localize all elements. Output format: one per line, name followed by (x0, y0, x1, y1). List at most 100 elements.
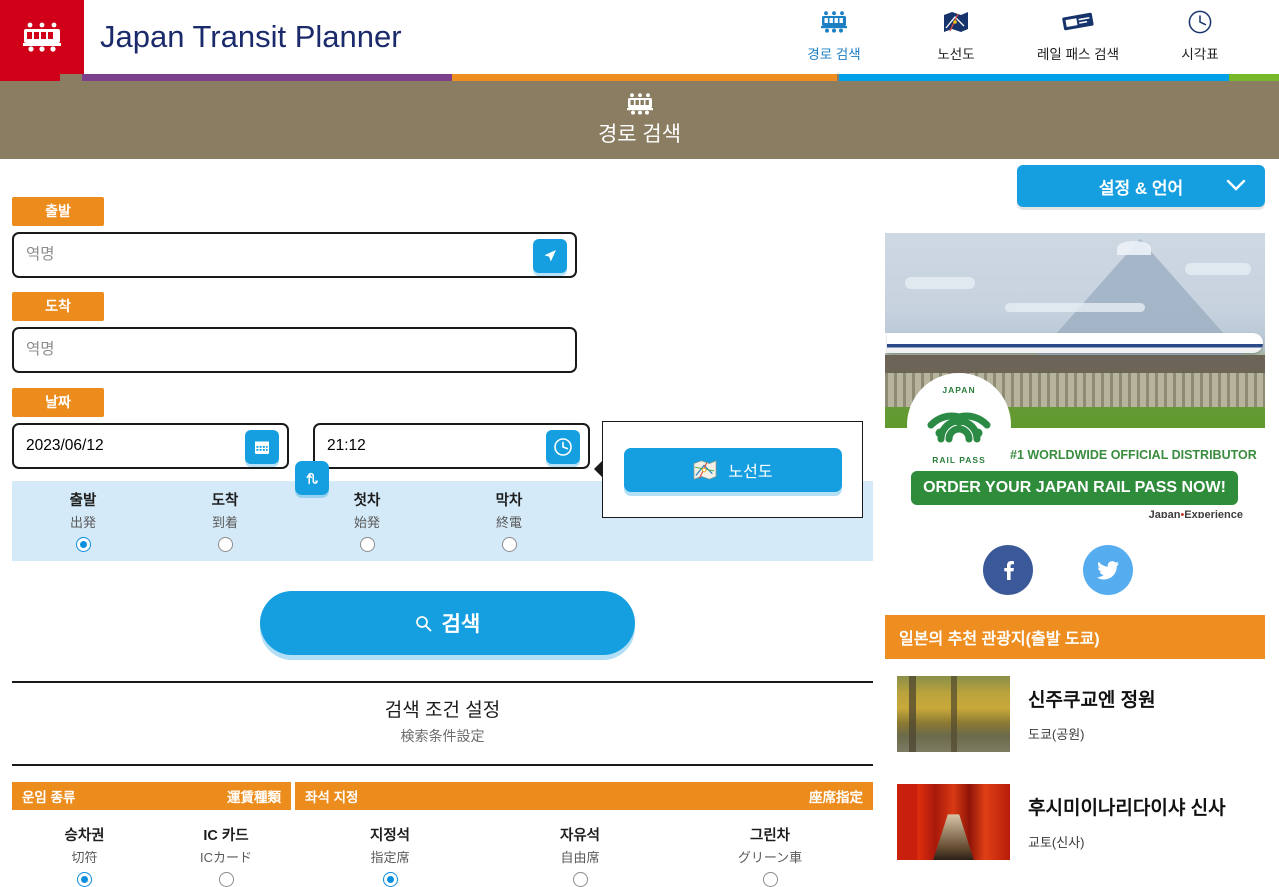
search-button[interactable]: 검색 (260, 591, 635, 655)
ad-cta-label: ORDER YOUR JAPAN RAIL PASS NOW! (923, 479, 1226, 496)
nav-item-timetable[interactable]: 시각표 (1139, 8, 1261, 63)
route-map-icon (694, 459, 717, 480)
option-label-ja: グリーン車 (737, 850, 803, 865)
seat-option-reserved[interactable]: 지정석 指定席 (295, 824, 485, 887)
radio-ic-card[interactable] (218, 872, 234, 887)
nav-label: 레일 패스 검색 (1036, 47, 1120, 62)
ad-brand-suffix: Experience (1184, 509, 1243, 518)
cloud-shape (905, 277, 975, 289)
page-content: 출발 도착 날짜 (0, 159, 1279, 887)
conditions-title-ja: 検索条件設定 (400, 728, 485, 744)
conditions-title-ko: 검색 조건 설정 (384, 700, 501, 721)
settings-language-label: 설정 & 언어 (1098, 178, 1184, 198)
option-label-ja: 出発 (69, 515, 96, 530)
radio-arrive[interactable] (217, 537, 233, 552)
seat-type-bar: 좌석 지정 座席指定 (295, 782, 873, 810)
order-rail-pass-button[interactable]: ORDER YOUR JAPAN RAIL PASS NOW! (911, 471, 1238, 505)
search-column: 출발 도착 날짜 (0, 159, 885, 887)
ad-brand: Japan•Experience (1149, 509, 1243, 518)
radio-ticket[interactable] (77, 872, 92, 887)
jr-pass-ad[interactable]: JAPAN RAIL PASS #1 WORLDWIDE OFFICIAL DI… (885, 233, 1265, 518)
settings-language-button[interactable]: 설정 & 언어 (1017, 165, 1265, 207)
spot-name: 후시미이나리다이샤 신사 (1028, 798, 1226, 819)
divider (12, 764, 873, 766)
nav-item-route-map[interactable]: 노선도 (895, 8, 1017, 63)
time-mode-option[interactable]: 도착 到着 (154, 489, 296, 561)
spot-thumbnail (897, 784, 1010, 860)
nav-item-rail-pass-search[interactable]: 레일 패스 검색 (1017, 8, 1139, 63)
ad-tagline: #1 WORLDWIDE OFFICIAL DISTRIBUTOR (1010, 448, 1257, 462)
route-map-callout: 노선도 (594, 421, 863, 518)
time-mode-option[interactable]: 출발 出発 (12, 489, 154, 561)
use-current-location-button[interactable] (533, 239, 567, 273)
option-label-ko: 막차 (495, 493, 523, 509)
open-calendar-button[interactable] (245, 430, 279, 464)
radio-non-reserved-seat[interactable] (572, 872, 588, 887)
seal-bottom-text: RAIL PASS (932, 455, 986, 465)
seat-bar-ko: 좌석 지정 (305, 790, 359, 805)
open-time-picker-button[interactable] (546, 430, 580, 464)
spot-text: 신주쿠교엔 정원 도쿄(공원) (1028, 685, 1265, 743)
option-label-ko: 출발 (69, 493, 97, 509)
cloud-shape (1005, 303, 1145, 312)
nav-item-route-search[interactable]: 경로 검색 (773, 8, 895, 63)
location-arrow-icon (544, 250, 556, 262)
radio-reserved-seat[interactable] (382, 872, 398, 887)
date-field-wrap (12, 423, 289, 469)
radio-depart[interactable] (75, 537, 91, 552)
fare-type-bar: 운임 종류 運賃種類 (12, 782, 291, 810)
radio-last-train[interactable] (501, 537, 517, 552)
spot-thumbnail (897, 676, 1010, 752)
conditions-options: 승차권 切符 IC 카드 ICカード 지정석 指定席 자유석 自由席 그린차 グ… (12, 824, 873, 887)
site-header: Japan Transit Planner 경로 검색 노선도 레일 패스 검색… (0, 0, 1279, 74)
facebook-button[interactable] (983, 545, 1033, 595)
option-label-ko: 승차권 (64, 828, 105, 844)
route-map-button[interactable]: 노선도 (623, 447, 842, 492)
twitter-button[interactable] (1083, 545, 1133, 595)
radio-green-car[interactable] (762, 872, 778, 887)
swap-vertical-icon (305, 472, 318, 484)
fuji-snowcap-shape (1117, 241, 1151, 255)
option-label-ko: 도착 (211, 493, 239, 509)
list-item[interactable]: 후시미이나리다이샤 신사 교토(신사) (897, 777, 1265, 867)
departure-input[interactable] (14, 234, 575, 276)
option-label-ko: 첫차 (353, 493, 381, 509)
chevron-down-icon (1226, 179, 1246, 191)
calendar-icon (255, 441, 269, 454)
japan-rail-pass-seal: JAPAN RAIL PASS (907, 373, 1011, 477)
departure-label: 출발 (12, 197, 104, 226)
date-label: 날짜 (12, 388, 104, 417)
fare-bar-ko: 운임 종류 (22, 790, 76, 805)
swap-stations-button[interactable] (295, 461, 329, 495)
seal-top-text: JAPAN (942, 385, 976, 395)
spot-location: 교토(신사) (1028, 835, 1085, 850)
spot-location: 도쿄(공원) (1028, 727, 1085, 742)
nav-label: 노선도 (937, 47, 975, 62)
page-banner: 경로 검색 (0, 81, 1279, 159)
site-logo[interactable] (0, 0, 84, 74)
arrival-input[interactable] (14, 329, 575, 371)
fare-option-ticket[interactable]: 승차권 切符 (12, 824, 157, 887)
time-mode-option[interactable]: 막차 終電 (438, 489, 580, 561)
fare-option-ic-card[interactable]: IC 카드 ICカード (157, 824, 295, 887)
option-label-ja: 終電 (495, 515, 522, 530)
list-item[interactable]: 신주쿠교엔 정원 도쿄(공원) (897, 669, 1265, 759)
seat-option-green-car[interactable]: 그린차 グリーン車 (675, 824, 865, 887)
seat-option-non-reserved[interactable]: 자유석 自由席 (485, 824, 675, 887)
radio-first-train[interactable] (359, 537, 375, 552)
social-links (983, 545, 1133, 595)
main-nav: 경로 검색 노선도 레일 패스 검색 시각표 (773, 0, 1279, 74)
facebook-icon (1004, 561, 1014, 580)
page-title: Japan Transit Planner (100, 19, 402, 54)
spot-text: 후시미이나리다이샤 신사 교토(신사) (1028, 793, 1265, 851)
twitter-bird-icon (1097, 561, 1119, 580)
search-icon (415, 615, 432, 631)
ad-brand-prefix: Japan (1148, 509, 1181, 518)
conditions-bars: 운임 종류 運賃種類 좌석 지정 座席指定 (12, 782, 873, 810)
seat-type-group: 지정석 指定席 자유석 自由席 그린차 グリーン車 (295, 824, 865, 887)
rail-pass-ticket-icon (1061, 8, 1095, 36)
route-search-form: 출발 도착 날짜 (0, 159, 885, 887)
time-mode-option[interactable]: 첫차 始発 (296, 489, 438, 561)
train-icon (819, 8, 849, 36)
autumn-garden-photo (897, 676, 1010, 752)
